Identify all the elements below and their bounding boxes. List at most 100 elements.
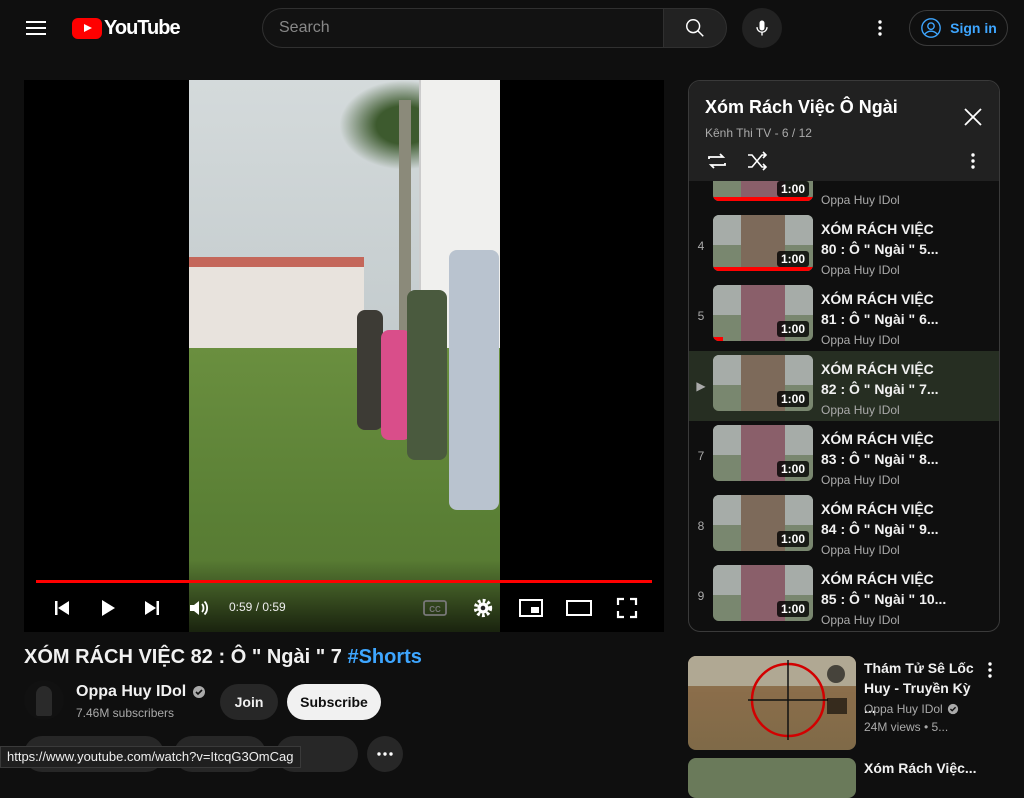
settings-more-button[interactable] bbox=[866, 14, 894, 42]
video-title: XÓM RÁCH VIỆC 82 : Ô " Ngài " 7 #Shorts bbox=[24, 646, 422, 669]
playlist-item-thumbnail[interactable]: 1:00 bbox=[713, 181, 813, 201]
volume-icon bbox=[190, 600, 209, 616]
playlist-item-index: 9 bbox=[697, 589, 705, 603]
playlist-panel: Xóm Rách Việc Ô Ngài Kênh Thi TV - 6 / 1… bbox=[688, 80, 1000, 632]
recommended-meta: 24M views • 5... bbox=[864, 720, 949, 734]
search-box bbox=[262, 8, 727, 48]
menu-icon[interactable] bbox=[18, 10, 54, 46]
playlist-title[interactable]: Xóm Rách Việc Ô Ngài bbox=[705, 97, 898, 118]
watch-progress bbox=[713, 197, 813, 201]
close-playlist-button[interactable] bbox=[961, 105, 985, 129]
playlist-item-channel[interactable]: Oppa Huy IDol bbox=[821, 543, 900, 557]
subscriber-count: 7.46M subscribers bbox=[76, 706, 175, 720]
play-button[interactable] bbox=[94, 592, 122, 624]
duration-badge: 1:00 bbox=[776, 461, 809, 477]
playlist-item-thumbnail[interactable]: 1:00 bbox=[713, 565, 813, 621]
recommended-thumbnail[interactable] bbox=[688, 758, 856, 798]
fullscreen-button[interactable] bbox=[612, 592, 642, 624]
microphone-icon bbox=[756, 20, 768, 36]
playlist-item-channel[interactable]: Oppa Huy IDol bbox=[821, 403, 900, 417]
playlist-item-channel[interactable]: Oppa Huy IDol bbox=[821, 263, 900, 277]
fullscreen-icon bbox=[616, 597, 638, 619]
playlist-item[interactable]: 9 1:00 XÓM RÁCH VIỆC 85 : Ô " Ngài " 10...… bbox=[689, 561, 999, 631]
recommended-title[interactable]: Xóm Rách Việc... bbox=[864, 760, 977, 776]
playlist-item-channel[interactable]: Oppa Huy IDol bbox=[821, 613, 900, 627]
hashtag-link[interactable]: #Shorts bbox=[347, 646, 421, 668]
miniplayer-button[interactable] bbox=[516, 592, 546, 624]
playlist-item-index: 7 bbox=[697, 449, 705, 463]
sign-in-label: Sign in bbox=[950, 20, 997, 36]
verified-icon bbox=[193, 686, 206, 698]
subscribe-button[interactable]: Subscribe bbox=[287, 684, 381, 720]
playlist-item[interactable]: 5 1:00 XÓM RÁCH VIỆC 81 : Ô " Ngài " 6... O… bbox=[689, 281, 999, 351]
playlist-item-title[interactable]: XÓM RÁCH VIỆC 82 : Ô " Ngài " 7... bbox=[821, 359, 951, 399]
recommended-video[interactable]: Xóm Rách Việc... bbox=[688, 758, 1024, 798]
play-icon bbox=[102, 600, 115, 616]
playlist-item-channel[interactable]: Oppa Huy IDol bbox=[821, 333, 900, 347]
theater-mode-button[interactable] bbox=[564, 592, 594, 624]
logo-text: YouTube bbox=[104, 16, 181, 39]
youtube-logo[interactable]: YouTube bbox=[72, 16, 181, 40]
playlist-item-title[interactable]: XÓM RÁCH VIỆC 80 : Ô " Ngài " 5... bbox=[821, 219, 951, 259]
voice-search-button[interactable] bbox=[742, 8, 782, 48]
channel-name-text[interactable]: Oppa Huy IDol bbox=[76, 683, 186, 701]
status-bar-url: https://www.youtube.com/watch?v=ItcqG3Om… bbox=[0, 746, 301, 768]
settings-button[interactable] bbox=[468, 592, 498, 624]
playlist-item-thumbnail[interactable]: 1:00 bbox=[713, 495, 813, 551]
next-button[interactable] bbox=[138, 592, 166, 624]
watch-progress bbox=[713, 337, 723, 341]
avatar[interactable] bbox=[24, 680, 64, 720]
search-button[interactable] bbox=[663, 8, 727, 48]
loop-icon bbox=[708, 153, 726, 169]
more-actions-button[interactable] bbox=[367, 736, 403, 772]
gear-icon bbox=[473, 598, 493, 618]
shuffle-button[interactable] bbox=[745, 149, 769, 173]
building-background bbox=[189, 257, 364, 350]
playlist-item-thumbnail[interactable]: 1:00 bbox=[713, 285, 813, 341]
shuffle-icon bbox=[748, 151, 768, 171]
channel-name[interactable]: Oppa Huy IDol bbox=[76, 683, 206, 701]
playlist-item-index: 5 bbox=[697, 309, 705, 323]
more-vert-icon bbox=[878, 20, 882, 36]
video-player[interactable]: 0:59 / 0:59 CC bbox=[24, 80, 664, 632]
masthead: YouTube Sign in bbox=[0, 0, 1024, 56]
playlist-item[interactable]: 1:00 Oppa Huy IDol bbox=[689, 181, 999, 211]
playlist-item-channel[interactable]: Oppa Huy IDol bbox=[821, 473, 900, 487]
previous-button[interactable] bbox=[48, 592, 76, 624]
playlist-item-title[interactable]: XÓM RÁCH VIỆC 81 : Ô " Ngài " 6... bbox=[821, 289, 951, 329]
playlist-items: 1:00 Oppa Huy IDol 4 1:00 XÓM RÁCH VIỆC 80 :… bbox=[689, 181, 999, 631]
playlist-item-title[interactable]: XÓM RÁCH VIỆC 83 : Ô " Ngài " 8... bbox=[821, 429, 951, 469]
search-input[interactable] bbox=[262, 8, 663, 48]
time-display: 0:59 / 0:59 bbox=[229, 600, 286, 614]
more-vert-icon bbox=[971, 153, 975, 169]
theater-icon bbox=[566, 600, 592, 616]
playlist-item-thumbnail[interactable]: 1:00 bbox=[713, 215, 813, 271]
more-vert-icon bbox=[988, 662, 992, 678]
duration-badge: 1:00 bbox=[776, 531, 809, 547]
volume-button[interactable] bbox=[184, 592, 214, 624]
playlist-item[interactable]: 8 1:00 XÓM RÁCH VIỆC 84 : Ô " Ngài " 9... O… bbox=[689, 491, 999, 561]
recommended-more-button[interactable] bbox=[978, 658, 1002, 682]
loop-button[interactable] bbox=[705, 149, 729, 173]
join-button[interactable]: Join bbox=[220, 684, 278, 720]
playlist-item[interactable]: 4 1:00 XÓM RÁCH VIỆC 80 : Ô " Ngài " 5... O… bbox=[689, 211, 999, 281]
recommended-channel-name[interactable]: Oppa Huy IDol bbox=[864, 702, 943, 716]
playlist-more-button[interactable] bbox=[961, 149, 985, 173]
playlist-item-channel[interactable]: Oppa Huy IDol bbox=[821, 193, 900, 207]
sign-in-button[interactable]: Sign in bbox=[909, 10, 1008, 46]
playlist-item[interactable]: 7 1:00 XÓM RÁCH VIỆC 83 : Ô " Ngài " 8... O… bbox=[689, 421, 999, 491]
miniplayer-icon bbox=[519, 599, 543, 617]
captions-button[interactable]: CC bbox=[420, 592, 450, 624]
playlist-item-thumbnail[interactable]: 1:00 bbox=[713, 425, 813, 481]
recommended-video[interactable]: Thám Tử Sê Lốc Huy - Truyền Kỳ ... Oppa … bbox=[688, 656, 1024, 750]
playlist-item-title[interactable]: XÓM RÁCH VIỆC 84 : Ô " Ngài " 9... bbox=[821, 499, 951, 539]
verified-icon bbox=[947, 703, 958, 715]
recommended-thumbnail[interactable] bbox=[688, 656, 856, 750]
playlist-item-title[interactable]: XÓM RÁCH VIỆC 85 : Ô " Ngài " 10... bbox=[821, 569, 951, 609]
playlist-subtitle: Kênh Thi TV - 6 / 12 bbox=[705, 126, 812, 140]
progress-bar[interactable] bbox=[36, 580, 652, 583]
skip-previous-icon bbox=[55, 601, 69, 615]
playlist-item-thumbnail[interactable]: 1:00 bbox=[713, 355, 813, 411]
playlist-item[interactable]: ▶ 1:00 XÓM RÁCH VIỆC 82 : Ô " Ngài " 7... O… bbox=[689, 351, 999, 421]
recommended-channel[interactable]: Oppa Huy IDol bbox=[864, 702, 959, 716]
